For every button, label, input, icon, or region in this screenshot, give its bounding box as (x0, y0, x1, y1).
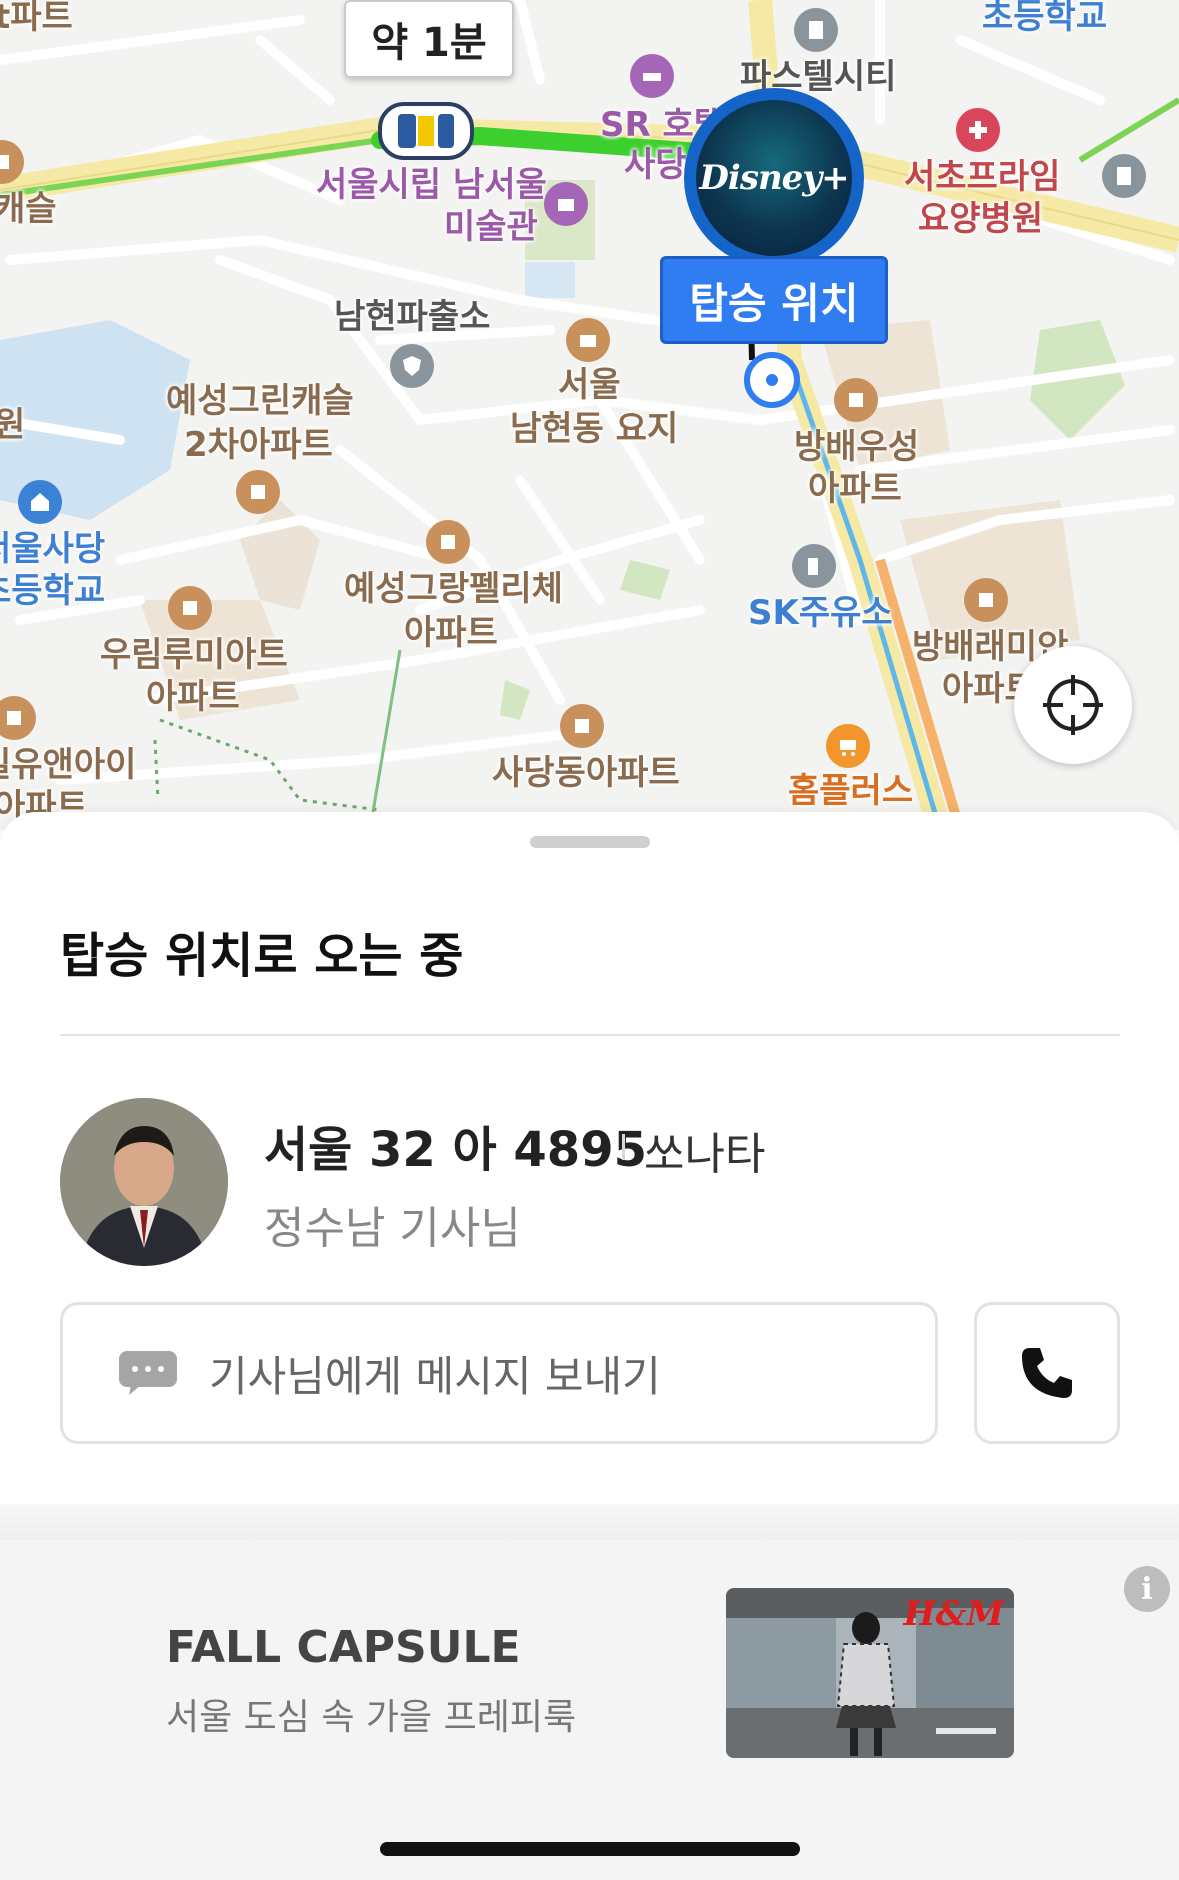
apartment-icon[interactable] (834, 378, 878, 422)
map-label: SK주유소 (748, 593, 893, 633)
shopping-cart-icon[interactable] (826, 724, 870, 768)
driver-photo (60, 1098, 228, 1266)
pickup-location-marker (744, 352, 800, 408)
map-label: 초등학교 (982, 0, 1108, 37)
hospital-icon[interactable] (956, 108, 1000, 152)
ad-image[interactable]: H&M (726, 1588, 1014, 1758)
map-label: 사당 (624, 145, 687, 185)
ad-brand-logo: H&M (903, 1594, 1004, 1634)
map-label: 초등학교 (0, 571, 106, 611)
message-placeholder: 기사님에게 메시지 보내기 (209, 1351, 661, 1401)
sponsor-badge[interactable]: Disney+ (684, 88, 864, 268)
map-label: 미술관 (444, 207, 538, 247)
building-icon[interactable] (1102, 154, 1146, 198)
hotel-icon[interactable] (630, 54, 674, 98)
crosshair-icon (1043, 675, 1103, 735)
school-icon[interactable] (18, 480, 62, 524)
map-label: 예성그린캐슬 (166, 381, 354, 421)
eta-bubble: 약 1분 (344, 0, 514, 78)
status-title: 탑승 위치로 오는 중 (60, 928, 464, 984)
map-label: 원 (0, 405, 26, 445)
license-plate: 서울 32 아 4895 (264, 1122, 648, 1178)
divider (60, 1034, 1120, 1036)
map-label: 서울 (558, 365, 621, 405)
map-label: 남현파출소 (334, 297, 491, 337)
map-label: 2차아파트 (184, 425, 333, 465)
section-gap (0, 1504, 1179, 1540)
taxi-car-icon (378, 102, 474, 160)
pickup-location-label[interactable]: 탑승 위치 (660, 256, 888, 344)
map-view[interactable]: t파트 캐슬 원 SR 호텔 사당 파스텔시티 초등학교 서초프라임 요양병원 … (0, 0, 1179, 830)
map-label: 예성그랑펠리체 (344, 569, 563, 609)
map-label: 아파트 (146, 677, 240, 717)
call-driver-button[interactable] (974, 1302, 1120, 1444)
home-indicator[interactable] (380, 1842, 800, 1856)
map-label: 아파트 (404, 613, 498, 653)
map-label: 캐슬 (0, 189, 57, 229)
ad-subtitle: 서울 도심 속 가을 프레피룩 (166, 1697, 577, 1738)
car-model: 쏘나타 (644, 1129, 766, 1180)
landmark-icon[interactable] (566, 318, 610, 362)
current-location-button[interactable] (1014, 646, 1132, 764)
map-label: 남현동 요지 (510, 409, 679, 449)
map-label: 요양병원 (918, 199, 1044, 239)
apartment-icon[interactable] (426, 520, 470, 564)
building-icon[interactable] (794, 8, 838, 52)
museum-icon[interactable] (544, 182, 588, 226)
gas-station-icon[interactable] (792, 544, 836, 588)
drag-handle[interactable] (530, 836, 650, 848)
map-label: 서울시립 남서울 (316, 165, 547, 205)
ad-title: FALL CAPSULE (166, 1622, 521, 1673)
map-label: 아파트 (808, 469, 902, 509)
map-label: 사당동아파트 (492, 753, 680, 793)
bottom-sheet: 탑승 위치로 오는 중 서울 32 아 4895 쏘나타 정수남 기사님 기사님… (0, 812, 1179, 1880)
apartment-icon[interactable] (964, 578, 1008, 622)
map-label: 서울사당 (0, 529, 106, 569)
chat-bubble-icon (119, 1351, 177, 1395)
driver-name: 정수남 기사님 (264, 1203, 521, 1254)
sponsor-badge-text: Disney+ (696, 100, 852, 256)
apartment-icon[interactable] (560, 704, 604, 748)
separator (622, 1134, 625, 1160)
apartment-icon[interactable] (236, 470, 280, 514)
driver-avatar[interactable] (60, 1098, 228, 1266)
map-label: 방배우성 (794, 427, 920, 467)
map-label: 서초프라임 (904, 157, 1061, 197)
police-icon[interactable] (390, 344, 434, 388)
map-label: 일유앤아이 (0, 745, 137, 785)
apartment-icon[interactable] (168, 586, 212, 630)
map-label: t파트 (0, 0, 73, 37)
map-label: 우림루미아트 (100, 635, 288, 675)
info-icon[interactable]: i (1124, 1566, 1170, 1612)
map-label: 홈플러스 (788, 771, 914, 811)
phone-icon (1022, 1348, 1072, 1398)
message-driver-input[interactable]: 기사님에게 메시지 보내기 (60, 1302, 938, 1444)
ad-banner[interactable]: FALL CAPSULE 서울 도심 속 가을 프레피룩 H&M i (0, 1540, 1179, 1880)
